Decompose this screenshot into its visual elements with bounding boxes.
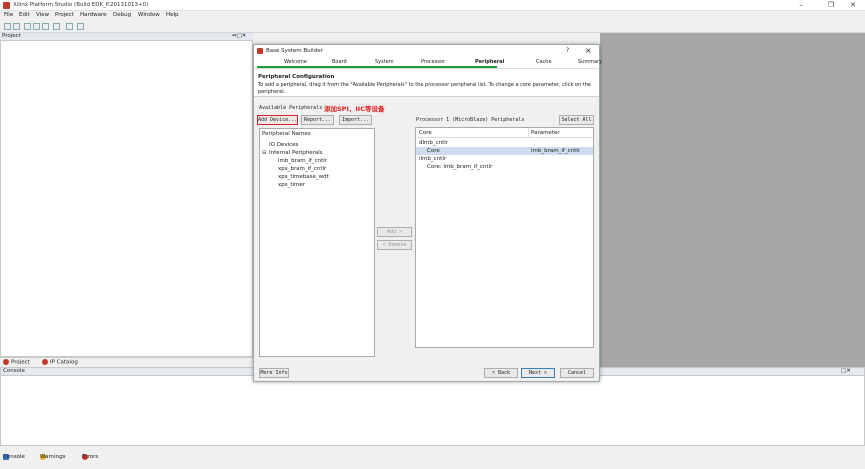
app-title-bar: Xilinx Platform Studio (Build EDK_P.2013… [0,0,865,11]
column-divider [528,128,529,138]
console-tabs: Console Warnings Errors [0,446,865,469]
minimize-icon[interactable]: – [790,0,812,11]
menu-project[interactable]: Project [55,12,74,18]
refresh-icon[interactable] [42,23,49,30]
available-peripherals-label: Available Peripherals [259,105,323,111]
tab-errors-label: Errors [82,454,99,460]
project-panel-header: Project ⇔□✕ [0,33,253,41]
step-cache: Cache [536,59,552,65]
close-icon[interactable]: ✕ [842,0,864,11]
step-processor: Processor [421,59,446,65]
xps-logo-icon [3,2,10,9]
tab-console-label: Console [3,454,25,460]
table-cell-parameter[interactable]: lmb_bram_if_cntlr [531,148,580,154]
import-button[interactable]: Import... [339,115,372,125]
new-project-icon[interactable] [4,23,11,30]
column-core[interactable]: Core [419,130,432,136]
tab-project-label: Project [11,359,30,366]
tab-project[interactable]: Project [3,359,30,366]
report-button[interactable]: Report... [301,115,334,125]
menu-edit[interactable]: Edit [19,12,30,18]
app-title: Xilinx Platform Studio (Build EDK_P.2013… [13,2,149,8]
annotation-text: 添加SPI，IIC等设备 [324,105,385,113]
back-button[interactable]: < Back [484,368,518,378]
tree-item[interactable]: xps_timebase_wdt [278,174,329,180]
processor-peripherals-label: Processor 1 (MicroBlaze) Peripherals [416,117,525,123]
menu-file[interactable]: File [4,12,13,18]
wizard-steps: Welcome Board System Processor Periphera… [254,57,603,69]
tree-item[interactable]: xps_timer [278,182,305,188]
maximize-icon[interactable]: ❐ [820,0,842,11]
menu-view[interactable]: View [36,12,49,18]
menu-debug[interactable]: Debug [113,12,131,18]
processor-peripherals-table[interactable]: Core Parameter dlmb_cntlr Core lmb_bram_… [415,127,594,348]
tree-io-devices[interactable]: IO Devices [269,142,298,148]
select-all-button[interactable]: Select All [559,115,594,125]
page-heading: Peripheral Configuration [258,74,335,80]
table-header [416,128,593,138]
ip-catalog-tab-icon [42,359,48,365]
add-device-button[interactable]: Add Device... [257,115,298,125]
open-project-icon[interactable] [13,23,20,30]
dialog-title: Base System Builder [266,48,323,54]
menu-hardware[interactable]: Hardware [80,12,107,18]
dialog-close-icon[interactable]: × [585,46,592,55]
remove-button[interactable]: < Remove [377,240,412,250]
tree-internal-peripherals[interactable]: Internal Peripherals [269,150,323,156]
tab-ip-catalog[interactable]: IP Catalog [42,359,78,366]
project-panel [0,33,253,357]
settings-icon[interactable] [33,23,40,30]
tab-warnings-label: Warnings [40,454,66,460]
table-row[interactable]: Core: lmb_bram_if_cntlr [427,164,492,170]
next-button[interactable]: Next > [521,368,555,378]
zoom-icon[interactable] [53,23,60,30]
step-board: Board [332,59,347,65]
menu-help[interactable]: Help [166,12,179,18]
tree-root: Peripheral Names [262,131,311,137]
main-toolbar [0,21,865,33]
project-tab-icon [3,359,9,365]
cancel-button[interactable]: Cancel [560,368,594,378]
step-system: System [375,59,394,65]
project-panel-title: Project [2,33,21,39]
tab-ip-catalog-label: IP Catalog [50,359,78,366]
table-row[interactable]: dlmb_cntlr [419,140,448,146]
panel-controls-icon[interactable]: ⇔□✕ [232,33,246,39]
export-icon[interactable] [66,23,73,30]
menu-bar: File Edit View Project Hardware Debug Wi… [0,11,865,21]
add-button[interactable]: Add > [377,227,412,237]
step-peripheral: Peripheral [475,59,505,65]
dialog-title-bar: Base System Builder ? × [254,45,599,57]
console-controls-icon[interactable]: □✕ [841,368,851,374]
step-summary: Summary [578,59,603,65]
bsb-logo-icon [257,48,263,54]
tree-item[interactable]: lmb_bram_if_cntlr [278,158,327,164]
available-peripherals-tree[interactable]: Peripheral Names IO Devices ⊟ Internal P… [259,128,375,357]
table-row[interactable]: ilmb_cntlr [419,156,446,162]
console-title: Console [3,368,25,374]
base-system-builder-dialog: Base System Builder ? × Welcome Board Sy… [253,44,603,382]
sdk-icon[interactable] [77,23,84,30]
tree-item[interactable]: xps_bram_if_cntlr [278,166,326,172]
editor-area [600,33,865,367]
add-ip-icon[interactable] [24,23,31,30]
step-welcome: Welcome [284,59,307,65]
collapse-icon[interactable]: ⊟ [262,150,266,156]
menu-window[interactable]: Window [138,12,160,18]
column-parameter[interactable]: Parameter [531,130,560,136]
more-info-button[interactable]: More Info [259,368,289,378]
table-row[interactable]: Core [427,148,440,154]
page-description: To add a peripheral, drag it from the "A… [258,82,591,95]
project-panel-tabs: Project IP Catalog [0,357,253,367]
help-icon[interactable]: ? [566,47,569,54]
page-header: Peripheral Configuration To add a periph… [254,69,599,97]
console-output[interactable] [0,376,865,446]
wizard-progress-bar [257,66,497,68]
